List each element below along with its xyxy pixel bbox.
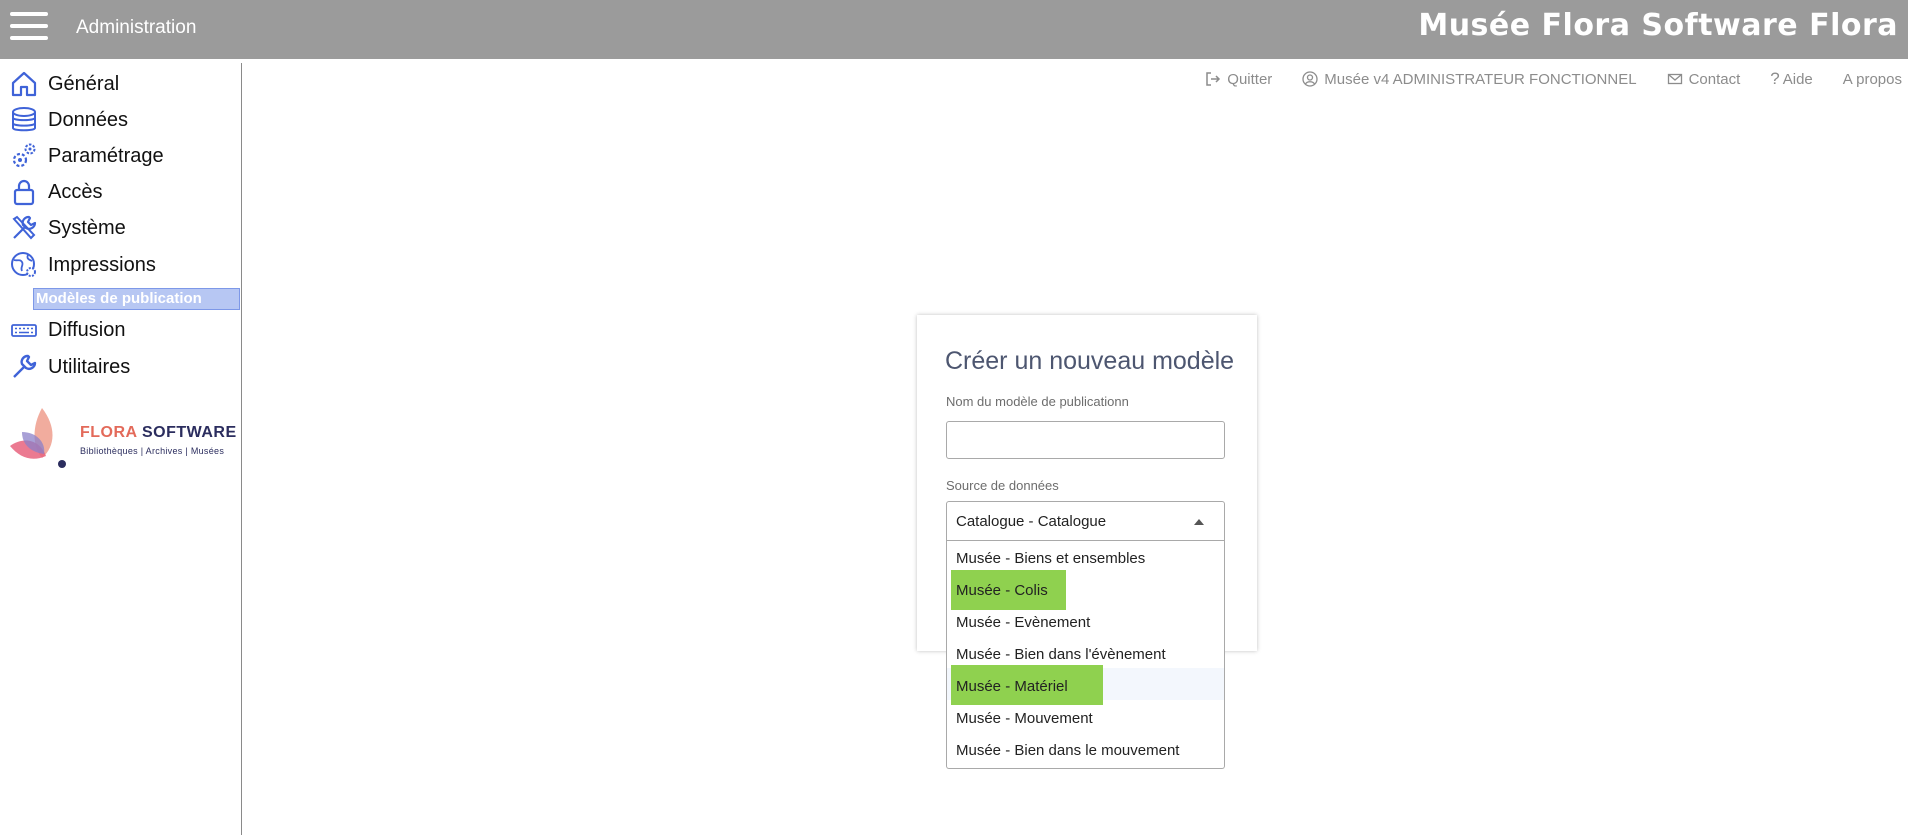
data-source-dropdown: Musée - Biens et ensembles Musée - Colis… <box>946 541 1225 769</box>
source-field-label: Source de données <box>946 478 1059 493</box>
sidebar-item-utilitaires[interactable]: Utilitaires <box>10 350 130 384</box>
user-circle-icon <box>1302 71 1318 87</box>
option-materiel[interactable]: Musée - Matériel <box>947 671 1224 703</box>
caret-up-icon <box>1194 519 1204 525</box>
user-link[interactable]: Musée v4 ADMINISTRATEUR FONCTIONNEL <box>1302 70 1637 88</box>
name-field-label: Nom du modèle de publicationn <box>946 394 1129 409</box>
database-icon <box>12 107 36 132</box>
selected-source-value: Catalogue - Catalogue <box>956 513 1107 530</box>
flora-petals-icon <box>10 408 66 468</box>
flora-software-logo: FLORA SOFTWARE Bibliothèques | Archives … <box>8 406 238 476</box>
sidebar-item-label: Général <box>48 72 120 95</box>
sidebar-item-impressions[interactable]: Impressions <box>10 248 156 282</box>
option-colis[interactable]: Musée - Colis <box>947 575 1224 607</box>
sidebar: Général Données Paramétrage Accès Systèm… <box>0 63 242 835</box>
lock-icon <box>13 179 35 206</box>
sidebar-item-diffusion[interactable]: Diffusion <box>10 313 125 347</box>
exit-icon <box>1206 72 1221 86</box>
help-link[interactable]: ? Aide <box>1770 69 1813 89</box>
wrench-icon <box>13 354 37 378</box>
gears-icon <box>12 143 36 168</box>
menu-icon[interactable] <box>10 12 48 40</box>
sidebar-item-acces[interactable]: Accès <box>10 175 102 209</box>
sidebar-subitem-modeles-de-publication[interactable]: Modèles de publication <box>33 288 240 310</box>
logo-tagline: Bibliothèques | Archives | Musées <box>80 446 225 456</box>
logo-name-part1: FLORA <box>80 424 138 441</box>
app-brand: Musée Flora Software Flora <box>1418 8 1898 43</box>
option-bien-dans-mouvement[interactable]: Musée - Bien dans le mouvement <box>947 735 1224 767</box>
option-evenement[interactable]: Musée - Evènement <box>947 607 1224 639</box>
option-mouvement[interactable]: Musée - Mouvement <box>947 703 1224 735</box>
keyboard-icon <box>11 324 37 337</box>
top-links: Quitter Musée v4 ADMINISTRATEUR FONCTION… <box>1175 68 1902 90</box>
data-source-select[interactable]: Catalogue - Catalogue <box>946 501 1225 541</box>
home-icon <box>11 71 37 97</box>
help-label: Aide <box>1782 70 1813 88</box>
option-biens-et-ensembles[interactable]: Musée - Biens et ensembles <box>947 543 1224 575</box>
sidebar-item-label: Système <box>48 216 126 239</box>
sidebar-item-label: Accès <box>48 180 103 203</box>
tools-icon <box>12 215 37 240</box>
sidebar-item-label: Paramétrage <box>48 144 164 167</box>
sidebar-item-general[interactable]: Général <box>10 67 119 101</box>
sidebar-item-systeme[interactable]: Système <box>10 211 126 245</box>
about-link[interactable]: A propos <box>1843 71 1902 88</box>
question-mark-icon: ? <box>1770 69 1780 88</box>
sidebar-item-label: Diffusion <box>48 318 126 341</box>
sidebar-item-label: Données <box>48 108 129 131</box>
about-label: A propos <box>1842 70 1902 88</box>
quit-link[interactable]: Quitter <box>1205 71 1272 88</box>
logo-name-part2: SOFTWARE <box>141 424 237 441</box>
top-bar: Administration Musée Flora Software Flor… <box>0 0 1908 59</box>
sidebar-item-label: Impressions <box>48 253 156 276</box>
mail-icon <box>1667 73 1682 85</box>
quit-label: Quitter <box>1227 70 1273 88</box>
contact-link[interactable]: Contact <box>1667 70 1741 88</box>
model-name-input[interactable] <box>946 421 1225 459</box>
sidebar-item-label: Utilitaires <box>48 355 131 378</box>
sidebar-item-parametrage[interactable]: Paramétrage <box>10 139 164 173</box>
contact-label: Contact <box>1688 70 1741 88</box>
globe-gear-icon <box>11 252 36 277</box>
page-title: Administration <box>76 17 197 38</box>
dialog-title: Créer un nouveau modèle <box>945 347 1235 375</box>
user-label: Musée v4 ADMINISTRATEUR FONCTIONNEL <box>1324 70 1637 88</box>
sidebar-item-donnees[interactable]: Données <box>10 103 128 137</box>
option-bien-dans-evenement[interactable]: Musée - Bien dans l'évènement <box>947 639 1224 671</box>
